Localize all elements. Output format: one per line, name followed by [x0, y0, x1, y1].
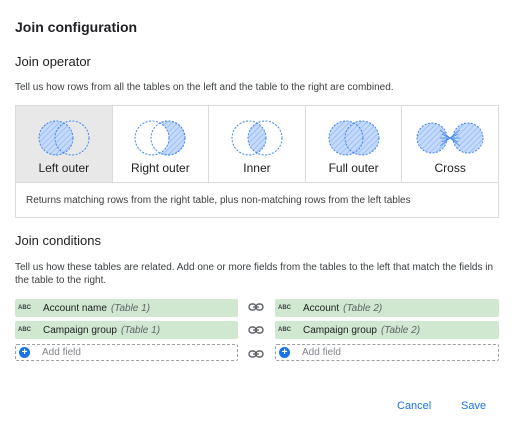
left-field-chip[interactable]: ABC Account name (Table 1) [15, 299, 238, 317]
field-table: (Table 2) [343, 302, 383, 314]
field-name: Campaign group [43, 324, 117, 336]
add-icon: + [279, 347, 290, 358]
join-option-left-outer[interactable]: Left outer [16, 106, 113, 182]
join-option-label: Right outer [131, 161, 190, 175]
save-button[interactable]: Save [461, 400, 486, 412]
right-field-chip[interactable]: ABC Campaign group (Table 2) [275, 321, 499, 339]
join-option-label: Left outer [38, 161, 90, 175]
join-operator-explanation: Returns matching rows from the right tab… [15, 183, 499, 218]
join-option-inner[interactable]: Inner [209, 106, 306, 182]
left-field-chip[interactable]: ABC Campaign group (Table 1) [15, 321, 238, 339]
join-option-right-outer[interactable]: Right outer [113, 106, 210, 182]
right-field-chip[interactable]: ABC Account (Table 2) [275, 299, 499, 317]
field-name: Account [303, 302, 340, 314]
cancel-button[interactable]: Cancel [397, 400, 431, 412]
join-operator-description: Tell us how rows from all the tables on … [15, 82, 394, 93]
field-table: (Table 1) [110, 302, 151, 314]
right-add-field[interactable]: + Add field [275, 344, 499, 361]
left-add-field[interactable]: + Add field [15, 344, 238, 361]
left-outer-join-icon [38, 120, 90, 156]
field-name: Account name [43, 302, 107, 314]
field-name: Campaign group [303, 324, 377, 336]
right-outer-join-icon [134, 120, 186, 156]
text-type-icon: ABC [278, 327, 291, 333]
field-table: (Table 1) [120, 324, 161, 336]
link-icon [248, 326, 264, 334]
add-icon: + [19, 347, 30, 358]
add-field-label: Add field [302, 347, 341, 358]
join-option-label: Inner [243, 161, 271, 175]
join-option-full-outer[interactable]: Full outer [306, 106, 403, 182]
link-icon [248, 303, 264, 311]
dialog-title: Join configuration [15, 19, 138, 35]
inner-join-icon [231, 120, 283, 156]
join-option-cross[interactable]: Cross [402, 106, 498, 182]
text-type-icon: ABC [278, 305, 291, 311]
join-option-label: Cross [434, 161, 466, 175]
add-field-label: Add field [42, 347, 81, 358]
join-conditions-heading: Join conditions [15, 233, 101, 248]
text-type-icon: ABC [18, 305, 31, 311]
text-type-icon: ABC [18, 327, 31, 333]
full-outer-join-icon [328, 120, 380, 156]
field-table: (Table 2) [380, 324, 421, 336]
link-icon [248, 350, 264, 358]
join-operator-heading: Join operator [15, 54, 91, 69]
join-conditions-description: Tell us how these tables are related. Ad… [15, 262, 494, 286]
cross-join-icon [416, 122, 484, 154]
join-option-label: Full outer [328, 161, 379, 175]
join-operator-options: Left outer Right outer Inner Full outer [15, 105, 499, 183]
